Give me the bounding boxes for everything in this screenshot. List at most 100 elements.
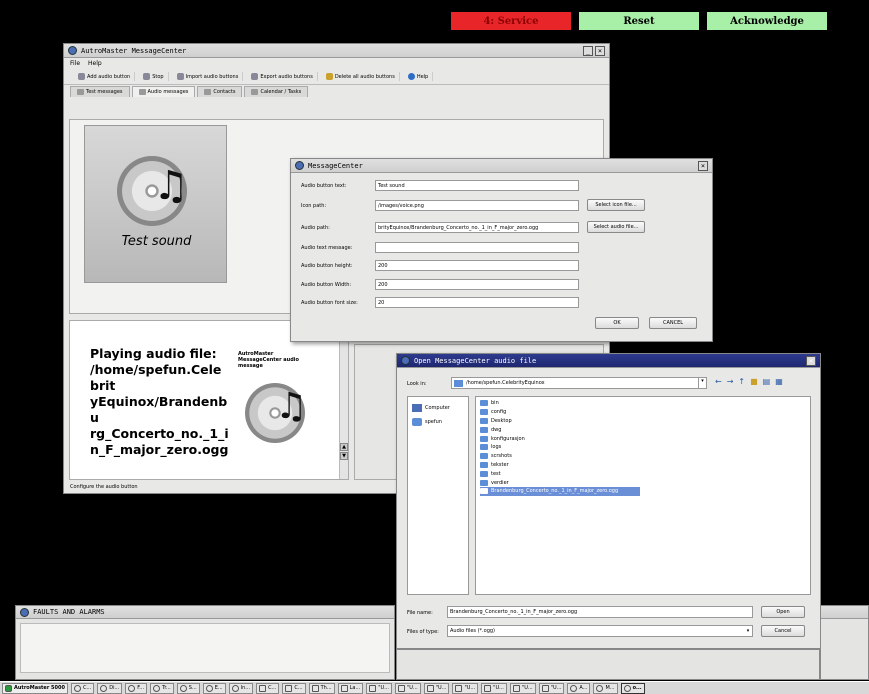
list-item[interactable]: config — [480, 408, 806, 417]
taskbar-item[interactable]: E... — [202, 682, 226, 694]
file-name-input[interactable]: Brandenburg_Concerto_no._1_in_F_major_ze… — [447, 606, 753, 618]
ok-button[interactable]: OK — [595, 317, 639, 329]
stop-button[interactable]: Stop — [139, 72, 169, 81]
list-item[interactable]: logs — [480, 443, 806, 452]
select-audio-button[interactable]: Select audio file... — [587, 221, 645, 233]
place-computer[interactable]: Computer — [412, 401, 464, 415]
folder-icon — [480, 400, 488, 407]
help-button[interactable]: Help — [404, 72, 434, 81]
taskbar-item[interactable]: A... — [567, 682, 591, 694]
delete-all-button[interactable]: Delete all audio buttons — [322, 72, 400, 81]
close-button[interactable]: × — [595, 46, 605, 56]
menu-help[interactable]: Help — [88, 60, 102, 67]
taskbar-item[interactable]: Tr... — [150, 682, 174, 694]
file-list: bin config Desktop dwg konfigurasjon log… — [475, 396, 811, 595]
list-item[interactable]: scrshots — [480, 452, 806, 461]
folder-icon — [454, 379, 463, 387]
window-icon — [205, 684, 213, 692]
taskbar-item[interactable]: C... — [256, 682, 280, 694]
tab-audio-messages[interactable]: Audio messages — [131, 86, 196, 97]
back-icon[interactable]: ← — [715, 377, 722, 386]
open-button[interactable]: Open — [761, 606, 805, 618]
taskbar-item[interactable]: "U... — [481, 682, 507, 694]
taskbar-item[interactable]: La... — [337, 682, 364, 694]
look-in-select[interactable]: /home/spefun.CelebrityEquinox ▾ — [451, 377, 707, 389]
taskbar-item[interactable]: S... — [176, 682, 200, 694]
start-button[interactable]: AutroMaster 5000 — [2, 682, 68, 694]
file-dialog-icon — [401, 356, 410, 365]
file-cancel-button[interactable]: Cancel — [761, 625, 805, 637]
app-icon — [68, 46, 77, 55]
taskbar-item[interactable]: "U... — [423, 682, 450, 694]
files-of-type-select[interactable]: Audio files (*.ogg) ▾ — [447, 625, 753, 637]
list-item[interactable]: verdier — [480, 478, 806, 487]
dialog-titlebar[interactable]: MessageCenter × — [291, 159, 712, 173]
form-row-height: Audio button height: 200 — [301, 260, 579, 271]
taskbar-item[interactable]: C... — [70, 682, 95, 694]
scroll-up-icon[interactable]: ▲ — [340, 443, 348, 451]
file-dialog-titlebar[interactable]: Open MessageCenter audio file × — [397, 354, 820, 368]
select-icon-button[interactable]: Select icon file... — [587, 199, 645, 211]
acknowledge-button[interactable]: Acknowledge — [707, 12, 827, 30]
place-home[interactable]: spefun — [412, 415, 464, 429]
up-icon[interactable]: ↑ — [738, 377, 745, 386]
test-sound-audio-button[interactable]: ♫ Test sound — [84, 125, 227, 283]
faults-content — [20, 623, 390, 673]
import-button[interactable]: Import audio buttons — [173, 72, 244, 81]
taskbar-item-active[interactable]: o... — [620, 682, 645, 694]
taskbar-item[interactable]: Di... — [97, 682, 123, 694]
minimize-button[interactable]: _ — [583, 46, 593, 56]
taskbar-item[interactable]: "U... — [366, 682, 392, 694]
audio-path-input[interactable]: brityEquinox/Brandenburg_Concerto_no._1_… — [375, 222, 579, 233]
list-item[interactable]: tekster — [480, 461, 806, 470]
add-audio-button[interactable]: Add audio button — [74, 72, 136, 81]
list-item[interactable]: konfigurasjon — [480, 434, 806, 443]
taskbar-item[interactable]: "U... — [509, 682, 536, 694]
list-item[interactable]: bin — [480, 399, 806, 408]
main-window-title: AutroMaster MessageCenter — [81, 46, 187, 55]
tab-calendar[interactable]: Calendar / Tasks — [244, 86, 309, 97]
taskbar-item[interactable]: In... — [228, 682, 254, 694]
export-button[interactable]: Export audio buttons — [247, 72, 318, 81]
list-item[interactable]: dwg — [480, 425, 806, 434]
window-icon — [179, 684, 187, 692]
faults-titlebar: FAULTS AND ALARMS — [16, 606, 394, 619]
list-item[interactable]: Desktop — [480, 417, 806, 426]
taskbar-item[interactable]: Th... — [308, 682, 335, 694]
tab-test-messages[interactable]: Test messages — [70, 86, 130, 97]
list-item[interactable]: test — [480, 469, 806, 478]
dialog-close-button[interactable]: × — [698, 161, 708, 171]
scroll-down-icon[interactable]: ▼ — [340, 452, 348, 460]
file-dialog-close-button[interactable]: × — [806, 356, 816, 366]
chevron-down-icon[interactable]: ▾ — [744, 628, 752, 634]
taskbar-item[interactable]: C... — [282, 682, 306, 694]
icon-path-input[interactable]: /images/voice.png — [375, 200, 579, 211]
list-view-icon[interactable]: ▤ — [763, 377, 771, 386]
folder-icon — [480, 426, 488, 433]
audio-button-text-input[interactable]: Test sound — [375, 180, 579, 191]
audio-text-message-input[interactable] — [375, 242, 579, 253]
cancel-button[interactable]: CANCEL — [649, 317, 697, 329]
taskbar-item[interactable]: M... — [593, 682, 618, 694]
reset-button[interactable]: Reset — [579, 12, 699, 30]
audio-button-height-input[interactable]: 200 — [375, 260, 579, 271]
main-window-titlebar[interactable]: AutroMaster MessageCenter _ × — [64, 44, 609, 58]
menu-file[interactable]: File — [70, 60, 80, 67]
toolbar: Add audio button Stop Import audio butto… — [64, 69, 609, 85]
taskbar-item[interactable]: "U... — [452, 682, 479, 694]
computer-icon — [412, 404, 422, 412]
scrollbar[interactable]: ▲ ▼ — [339, 321, 348, 479]
taskbar-item[interactable]: "U... — [394, 682, 421, 694]
taskbar-item[interactable]: F... — [125, 682, 148, 694]
audio-button-font-size-input[interactable]: 20 — [375, 297, 579, 308]
list-item-selected[interactable]: Brandenburg_Concerto_no._1_in_F_major_ze… — [480, 486, 640, 496]
new-folder-icon[interactable]: ■ — [750, 377, 758, 386]
forward-icon[interactable]: → — [727, 377, 734, 386]
tab-contacts[interactable]: Contacts — [197, 86, 243, 97]
service-button[interactable]: 4: Service — [451, 12, 571, 30]
window-icon — [259, 684, 267, 692]
audio-button-width-input[interactable]: 200 — [375, 279, 579, 290]
detail-view-icon[interactable]: ▦ — [775, 377, 783, 386]
taskbar-item[interactable]: "U... — [538, 682, 565, 694]
chevron-down-icon[interactable]: ▾ — [698, 378, 706, 388]
